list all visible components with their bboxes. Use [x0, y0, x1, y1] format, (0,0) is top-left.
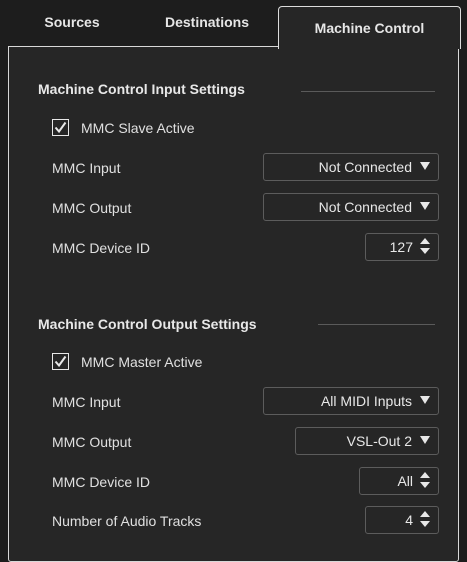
- checkmark-icon: [54, 121, 67, 134]
- machine-control-panel: Machine Control Input Settings MMC Slave…: [8, 46, 459, 562]
- chevron-down-icon: [420, 202, 430, 211]
- mmc-device-id-value: All: [397, 473, 413, 489]
- section-divider: [318, 324, 435, 325]
- mmc-input-value: All MIDI Inputs: [320, 393, 412, 409]
- mmc-output-value: Not Connected: [318, 199, 412, 215]
- mmc-output-dropdown[interactable]: Not Connected: [263, 193, 439, 221]
- mmc-input-label: MMC Input: [52, 160, 121, 176]
- mmc-slave-active-checkbox[interactable]: [52, 119, 69, 136]
- mmc-device-id-label: MMC Device ID: [52, 240, 151, 256]
- mmc-device-id-stepper[interactable]: All: [359, 467, 439, 495]
- mmc-device-id-stepper[interactable]: 127: [365, 233, 439, 261]
- mmc-input-label: MMC Input: [52, 394, 121, 410]
- input-settings-title: Machine Control Input Settings: [38, 81, 245, 97]
- mmc-output-dropdown[interactable]: VSL-Out 2: [295, 427, 439, 455]
- mmc-master-active-label: MMC Master Active: [81, 354, 203, 370]
- chevron-down-icon: [420, 436, 430, 445]
- mmc-slave-active-label: MMC Slave Active: [81, 120, 195, 136]
- chevron-down-icon: [420, 162, 430, 171]
- tab-bar: Sources Destinations Machine Control: [8, 0, 467, 49]
- up-down-arrows-icon: [420, 238, 430, 255]
- audio-tracks-label: Number of Audio Tracks: [52, 513, 202, 529]
- mmc-output-value: VSL-Out 2: [346, 433, 412, 449]
- tab-destinations[interactable]: Destinations: [136, 0, 278, 44]
- chevron-down-icon: [420, 396, 430, 405]
- mmc-device-id-value: 127: [389, 239, 413, 255]
- up-down-arrows-icon: [420, 511, 430, 528]
- tab-machine-control[interactable]: Machine Control: [278, 6, 461, 49]
- mmc-input-value: Not Connected: [318, 159, 412, 175]
- mmc-input-dropdown[interactable]: Not Connected: [263, 153, 439, 181]
- mmc-output-label: MMC Output: [52, 200, 132, 216]
- tab-sources[interactable]: Sources: [8, 0, 136, 44]
- checkmark-icon: [54, 355, 67, 368]
- section-divider: [301, 91, 435, 92]
- mmc-input-dropdown[interactable]: All MIDI Inputs: [263, 387, 439, 415]
- audio-tracks-value: 4: [405, 512, 413, 528]
- output-settings-title: Machine Control Output Settings: [38, 316, 257, 332]
- audio-tracks-stepper[interactable]: 4: [365, 506, 439, 534]
- mmc-output-label: MMC Output: [52, 434, 132, 450]
- mmc-device-id-label: MMC Device ID: [52, 474, 151, 490]
- mmc-master-active-checkbox[interactable]: [52, 353, 69, 370]
- up-down-arrows-icon: [420, 472, 430, 489]
